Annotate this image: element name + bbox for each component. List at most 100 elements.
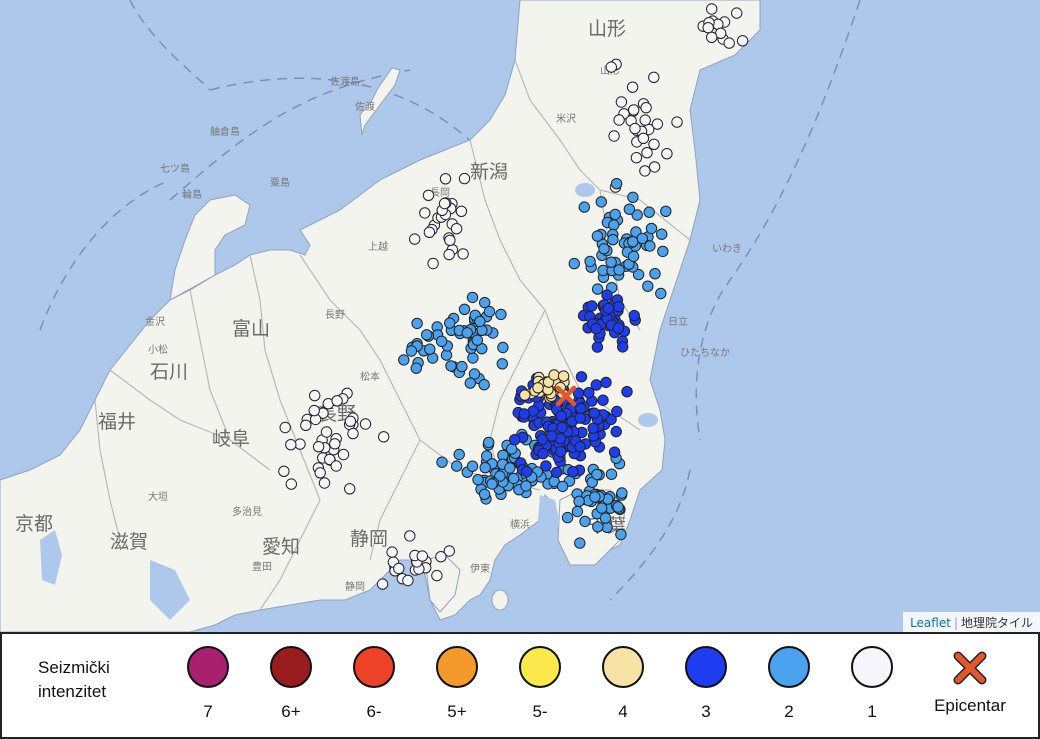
station-marker-intensity-1[interactable] <box>312 441 325 453</box>
station-marker-intensity-2[interactable] <box>591 468 603 481</box>
station-marker-intensity-3[interactable] <box>521 465 533 478</box>
station-marker-intensity-2[interactable] <box>506 443 518 455</box>
station-marker-intensity-2[interactable] <box>405 345 418 357</box>
station-marker-intensity-1[interactable] <box>438 197 451 210</box>
station-marker-intensity-1[interactable] <box>423 226 436 239</box>
station-marker-intensity-1[interactable] <box>330 460 342 472</box>
station-marker-intensity-1[interactable] <box>422 189 435 202</box>
station-marker-intensity-3[interactable] <box>556 421 568 434</box>
station-marker-intensity-4[interactable] <box>519 389 531 401</box>
station-marker-intensity-1[interactable] <box>376 578 389 590</box>
station-marker-intensity-1[interactable] <box>329 438 341 450</box>
station-marker-intensity-1[interactable] <box>431 569 443 582</box>
station-marker-intensity-1[interactable] <box>457 248 469 260</box>
station-marker-intensity-3[interactable] <box>608 446 621 458</box>
station-marker-intensity-2[interactable] <box>464 377 476 389</box>
station-marker-intensity-4[interactable] <box>548 369 560 381</box>
station-marker-intensity-2[interactable] <box>436 456 448 468</box>
station-marker-intensity-1[interactable] <box>648 71 660 84</box>
station-marker-intensity-3[interactable] <box>567 466 579 478</box>
station-marker-intensity-1[interactable] <box>344 483 356 495</box>
station-marker-intensity-2[interactable] <box>411 317 423 330</box>
station-marker-intensity-1[interactable] <box>344 415 357 427</box>
station-marker-intensity-1[interactable] <box>671 116 683 128</box>
station-marker-intensity-3[interactable] <box>617 341 629 353</box>
station-marker-intensity-2[interactable] <box>445 360 457 372</box>
station-marker-intensity-1[interactable] <box>613 114 625 126</box>
station-marker-intensity-3[interactable] <box>586 300 598 312</box>
station-marker-intensity-1[interactable] <box>641 147 653 159</box>
station-marker-intensity-1[interactable] <box>309 389 321 402</box>
station-marker-intensity-2[interactable] <box>657 245 669 258</box>
station-marker-intensity-3[interactable] <box>509 434 521 446</box>
station-marker-intensity-2[interactable] <box>444 317 456 329</box>
station-marker-intensity-2[interactable] <box>520 480 532 492</box>
station-marker-intensity-2[interactable] <box>495 308 507 321</box>
station-marker-intensity-1[interactable] <box>416 550 428 562</box>
station-marker-intensity-4[interactable] <box>532 382 544 394</box>
station-marker-intensity-3[interactable] <box>613 301 625 313</box>
station-marker-intensity-1[interactable] <box>419 207 431 219</box>
station-marker-intensity-2[interactable] <box>556 480 569 493</box>
station-marker-intensity-1[interactable] <box>439 173 452 185</box>
station-marker-intensity-1[interactable] <box>318 477 331 489</box>
station-marker-intensity-1[interactable] <box>444 234 456 247</box>
station-marker-intensity-2[interactable] <box>660 205 672 218</box>
station-marker-intensity-1[interactable] <box>393 562 405 575</box>
station-marker-intensity-3[interactable] <box>600 376 612 389</box>
station-marker-intensity-3[interactable] <box>588 407 600 419</box>
station-marker-intensity-3[interactable] <box>591 341 604 353</box>
station-marker-intensity-2[interactable] <box>508 472 520 485</box>
station-marker-intensity-1[interactable] <box>723 37 735 49</box>
station-marker-intensity-3[interactable] <box>612 322 625 334</box>
station-marker-intensity-3[interactable] <box>575 402 587 415</box>
station-marker-intensity-1[interactable] <box>637 132 650 145</box>
station-marker-intensity-3[interactable] <box>610 425 622 438</box>
station-marker-intensity-1[interactable] <box>640 102 652 114</box>
station-marker-intensity-2[interactable] <box>627 250 640 263</box>
station-marker-intensity-2[interactable] <box>479 462 491 474</box>
station-marker-intensity-2[interactable] <box>591 230 604 242</box>
station-marker-intensity-1[interactable] <box>458 172 471 185</box>
station-marker-intensity-1[interactable] <box>386 546 398 558</box>
station-marker-intensity-1[interactable] <box>639 114 651 126</box>
station-marker-intensity-2[interactable] <box>571 505 584 518</box>
station-marker-intensity-2[interactable] <box>458 303 471 315</box>
station-marker-intensity-3[interactable] <box>551 466 563 478</box>
station-marker-intensity-2[interactable] <box>568 257 580 270</box>
station-marker-intensity-2[interactable] <box>609 208 621 221</box>
station-marker-intensity-4[interactable] <box>557 370 570 382</box>
station-marker-intensity-1[interactable] <box>285 439 297 451</box>
station-marker-intensity-2[interactable] <box>623 203 636 215</box>
station-marker-intensity-2[interactable] <box>656 228 668 240</box>
station-marker-intensity-1[interactable] <box>337 448 350 461</box>
station-marker-intensity-1[interactable] <box>639 165 651 177</box>
station-marker-intensity-3[interactable] <box>611 405 623 418</box>
station-marker-intensity-2[interactable] <box>471 334 483 346</box>
station-marker-intensity-3[interactable] <box>602 302 614 315</box>
station-marker-intensity-2[interactable] <box>615 528 627 541</box>
station-marker-intensity-2[interactable] <box>467 352 479 364</box>
station-marker-intensity-2[interactable] <box>612 501 624 513</box>
station-marker-intensity-2[interactable] <box>605 468 618 480</box>
station-marker-intensity-1[interactable] <box>300 419 312 431</box>
station-marker-intensity-1[interactable] <box>648 161 661 173</box>
station-marker-intensity-1[interactable] <box>608 130 620 142</box>
station-marker-intensity-3[interactable] <box>628 309 640 322</box>
map-area[interactable]: 新潟山形富山石川福井岐阜長野愛知静岡京都滋賀千葉佐渡島佐渡輪島金沢小松松本長野上… <box>0 0 1040 632</box>
station-marker-intensity-3[interactable] <box>574 412 586 424</box>
station-marker-intensity-1[interactable] <box>409 233 421 245</box>
station-marker-intensity-3[interactable] <box>540 460 552 472</box>
station-marker-intensity-2[interactable] <box>456 360 468 373</box>
station-marker-intensity-2[interactable] <box>607 234 619 246</box>
station-marker-intensity-1[interactable] <box>331 395 343 407</box>
station-marker-intensity-2[interactable] <box>410 362 422 374</box>
station-marker-intensity-3[interactable] <box>575 371 588 383</box>
station-marker-intensity-2[interactable] <box>613 264 625 276</box>
station-marker-intensity-1[interactable] <box>615 96 628 108</box>
station-marker-intensity-2[interactable] <box>592 521 604 533</box>
station-marker-intensity-1[interactable] <box>629 122 641 135</box>
station-marker-intensity-2[interactable] <box>627 236 639 248</box>
station-marker-intensity-2[interactable] <box>610 178 623 190</box>
station-marker-intensity-2[interactable] <box>424 343 436 355</box>
